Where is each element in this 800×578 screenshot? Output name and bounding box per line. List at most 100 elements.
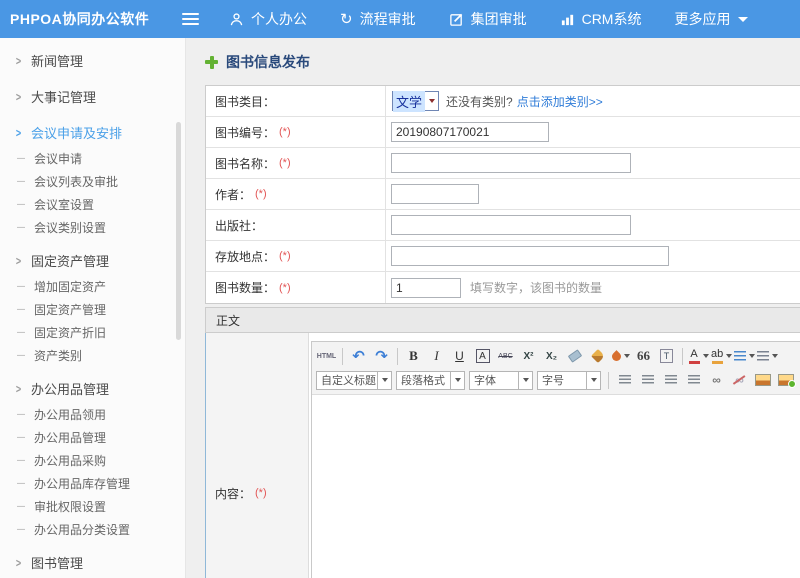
body-section-header: 正文 (205, 307, 800, 333)
author-input[interactable] (391, 184, 479, 204)
category-select[interactable]: 文学 (392, 91, 439, 111)
caret-down-icon (726, 354, 732, 358)
sidebar-item-supplies-inventory[interactable]: — 办公用品库存管理 (0, 472, 185, 495)
superscript-icon[interactable]: X² (518, 346, 539, 366)
clear-format-icon[interactable] (587, 346, 608, 366)
editor-content-area[interactable] (312, 395, 800, 578)
form-row-book-no: 图书编号： (*) (206, 117, 800, 148)
caret-down-icon (451, 371, 465, 390)
sidebar-item-label: 办公用品分类设置 (34, 521, 130, 538)
menu-process-approval[interactable]: ↻ 流程审批 (340, 9, 416, 29)
insert-image-icon[interactable] (752, 370, 773, 390)
align-left-icon[interactable] (614, 370, 635, 390)
category-hint: 还没有类别? (446, 93, 513, 110)
unordered-list-icon[interactable] (757, 346, 778, 366)
paragraph-format-dropdown[interactable]: 段落格式 (396, 371, 465, 390)
font-size-dropdown[interactable]: 字号 (537, 371, 601, 390)
menu-label: CRM系统 (582, 9, 642, 29)
sidebar-item-supplies-claim[interactable]: — 办公用品领用 (0, 403, 185, 426)
content-row: 内容： (*) HTML ↶ ↷ B I U (205, 333, 800, 578)
editor-toolbar: HTML ↶ ↷ B I U A ABC X² X₂ (312, 342, 800, 395)
required-mark: (*) (279, 250, 291, 262)
sidebar-item-label: 办公用品采购 (34, 452, 106, 469)
eraser-icon[interactable] (564, 346, 585, 366)
align-center-icon[interactable] (637, 370, 658, 390)
underline-icon[interactable]: U (449, 346, 470, 366)
subscript-icon[interactable]: X₂ (541, 346, 562, 366)
form-row-location: 存放地点： (*) (206, 241, 800, 272)
italic-icon[interactable]: I (426, 346, 447, 366)
quantity-input[interactable] (391, 278, 461, 298)
caret-down-icon (703, 354, 709, 358)
form-row-category: 图书类目： 文学 还没有类别? 点击添加类别>> (206, 86, 800, 117)
sidebar-item-label: 固定资产管理 (34, 301, 106, 318)
font-family-dropdown[interactable]: 字体 (469, 371, 533, 390)
top-menu: 个人办公 ↻ 流程审批 集团审批 CRM系统 更多应用 (229, 9, 781, 29)
toolbar-separator (682, 348, 683, 365)
sidebar-item-label: 审批权限设置 (34, 498, 106, 515)
align-right-icon[interactable] (660, 370, 681, 390)
sidebar-item-meeting-apply[interactable]: — 会议申请 (0, 147, 185, 170)
strikethrough-icon[interactable]: ABC (495, 346, 516, 366)
sidebar-item-approval-permission[interactable]: — 审批权限设置 (0, 495, 185, 518)
format-paint-icon[interactable] (610, 346, 631, 366)
align-justify-icon[interactable] (683, 370, 704, 390)
sidebar-item-add-asset[interactable]: — 增加固定资产 (0, 275, 185, 298)
sidebar-group-books[interactable]: > 图书管理 (0, 548, 185, 577)
sidebar-item-asset-depreciation[interactable]: — 固定资产折旧 (0, 321, 185, 344)
caret-down-icon (772, 354, 778, 358)
sidebar-item-asset-category[interactable]: — 资产类别 (0, 344, 185, 367)
book-name-input[interactable] (391, 153, 631, 173)
publisher-input[interactable] (391, 215, 631, 235)
sidebar-group-label: 图书管理 (31, 553, 83, 572)
source-code-icon[interactable]: HTML (316, 346, 337, 366)
category-selected-value: 文学 (393, 91, 425, 112)
sidebar-item-supplies-category[interactable]: — 办公用品分类设置 (0, 518, 185, 541)
sidebar-item-asset-manage[interactable]: — 固定资产管理 (0, 298, 185, 321)
insert-media-icon[interactable] (775, 370, 796, 390)
add-category-link[interactable]: 点击添加类别>> (517, 93, 603, 110)
dash-icon: — (17, 176, 25, 187)
ordered-list-icon[interactable] (734, 346, 755, 366)
menu-label: 个人办公 (251, 9, 307, 29)
blockquote-icon[interactable]: 66 (633, 346, 654, 366)
chevron-right-icon: > (16, 382, 21, 396)
sidebar-group-news[interactable]: > 新闻管理 (0, 46, 185, 75)
sidebar-group-meeting[interactable]: > 会议申请及安排 (0, 118, 185, 147)
highlight-color-icon[interactable]: ab (711, 346, 732, 366)
dash-icon: — (17, 455, 25, 466)
sidebar-item-meeting-room[interactable]: — 会议室设置 (0, 193, 185, 216)
custom-title-dropdown[interactable]: 自定义标题 (316, 371, 392, 390)
edit-document-icon (449, 12, 464, 27)
sidebar-scrollbar[interactable] (176, 122, 181, 340)
sidebar-group-fixed-assets[interactable]: > 固定资产管理 (0, 246, 185, 275)
menu-group-approval[interactable]: 集团审批 (449, 9, 527, 29)
unlink-icon[interactable]: ∞ (729, 370, 750, 390)
process-cycle-icon: ↻ (340, 12, 353, 27)
redo-icon[interactable]: ↷ (371, 346, 392, 366)
paste-text-icon[interactable]: T (656, 346, 677, 366)
required-mark: (*) (255, 188, 267, 200)
user-icon (229, 12, 244, 27)
menu-crm-system[interactable]: CRM系统 (560, 9, 642, 29)
location-input[interactable] (391, 246, 669, 266)
sidebar-group-office-supplies[interactable]: > 办公用品管理 (0, 374, 185, 403)
form-row-author: 作者： (*) (206, 179, 800, 210)
font-color-icon[interactable]: A (688, 346, 709, 366)
font-style-icon[interactable]: A (472, 346, 493, 366)
sidebar-item-meeting-category[interactable]: — 会议类别设置 (0, 216, 185, 239)
sidebar-item-meeting-list[interactable]: — 会议列表及审批 (0, 170, 185, 193)
book-no-input[interactable] (391, 122, 549, 142)
link-icon[interactable]: ∞ (706, 370, 727, 390)
menu-personal-office[interactable]: 个人办公 (229, 9, 307, 29)
sidebar-item-label: 办公用品领用 (34, 406, 106, 423)
undo-icon[interactable]: ↶ (348, 346, 369, 366)
menu-more-apps[interactable]: 更多应用 (674, 9, 748, 29)
dash-icon: — (17, 350, 25, 361)
hamburger-menu-icon[interactable] (182, 13, 199, 25)
bar-chart-icon (560, 12, 575, 27)
sidebar-item-supplies-manage[interactable]: — 办公用品管理 (0, 426, 185, 449)
sidebar-item-supplies-purchase[interactable]: — 办公用品采购 (0, 449, 185, 472)
sidebar-group-memorabilia[interactable]: > 大事记管理 (0, 82, 185, 111)
bold-icon[interactable]: B (403, 346, 424, 366)
